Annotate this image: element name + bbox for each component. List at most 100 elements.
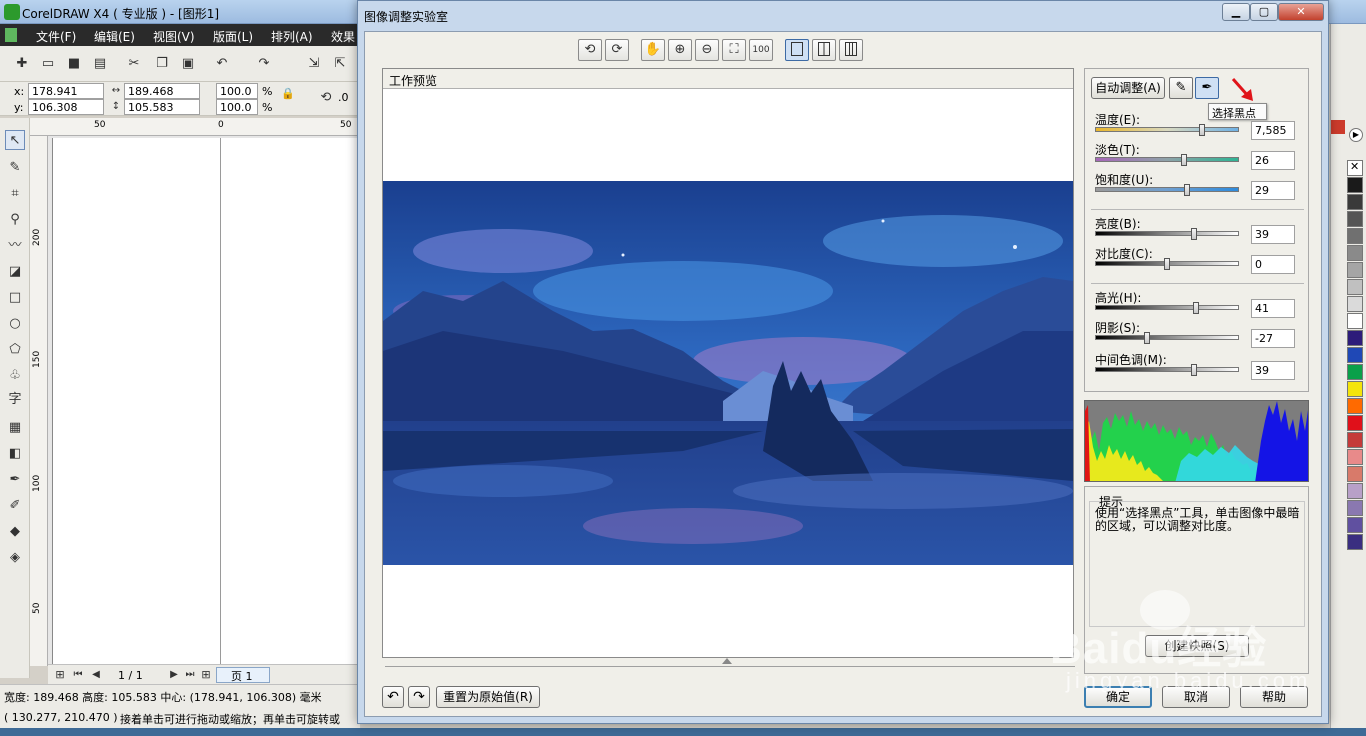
ok-button[interactable]: 确定: [1084, 686, 1152, 708]
freehand-tool-icon[interactable]: 〰: [5, 236, 25, 256]
compare-preview-button[interactable]: [839, 39, 863, 61]
slider-track[interactable]: [1095, 335, 1239, 340]
slider-value-field[interactable]: 0: [1251, 255, 1295, 274]
color-swatch[interactable]: [1347, 296, 1363, 312]
print-icon[interactable]: ▤: [92, 56, 108, 72]
menu-layout[interactable]: 版面(L): [213, 28, 253, 45]
menu-arrange[interactable]: 排列(A): [271, 28, 313, 45]
basic-shapes-icon[interactable]: ♧: [5, 366, 25, 386]
color-swatch[interactable]: [1347, 347, 1363, 363]
slider-track[interactable]: [1095, 127, 1239, 132]
color-swatch[interactable]: [1347, 517, 1363, 533]
guideline[interactable]: [220, 138, 221, 666]
color-swatch[interactable]: [1347, 466, 1363, 482]
slider-track[interactable]: [1095, 187, 1239, 192]
color-swatch[interactable]: [1347, 279, 1363, 295]
reset-button[interactable]: 重置为原始值(R): [436, 686, 540, 708]
paste-icon[interactable]: ▣: [180, 56, 196, 72]
menu-effects[interactable]: 效果: [331, 28, 355, 45]
vertical-ruler[interactable]: 200 150 100 50: [30, 136, 48, 666]
height-field[interactable]: 105.583 mm: [124, 99, 200, 127]
slider-thumb[interactable]: [1184, 184, 1190, 196]
menu-file[interactable]: 文件(F): [36, 28, 76, 45]
create-snapshot-button[interactable]: 创建快照(S): [1145, 635, 1249, 657]
blend-tool-icon[interactable]: ◧: [5, 444, 25, 464]
document-icon[interactable]: [5, 28, 17, 42]
slider-value-field[interactable]: 26: [1251, 151, 1295, 170]
menu-view[interactable]: 视图(V): [153, 28, 195, 45]
palette-scroll-icon[interactable]: ▶: [1349, 128, 1363, 142]
maximize-button[interactable]: ▢: [1250, 3, 1278, 21]
table-tool-icon[interactable]: ▦: [5, 418, 25, 438]
slider-track[interactable]: [1095, 231, 1239, 236]
color-swatch[interactable]: [1347, 313, 1363, 329]
smart-fill-icon[interactable]: ◪: [5, 262, 25, 282]
slider-thumb[interactable]: [1199, 124, 1205, 136]
save-icon[interactable]: ■: [66, 56, 82, 72]
color-swatch[interactable]: [1347, 194, 1363, 210]
select-black-point-button[interactable]: ✒: [1195, 77, 1219, 99]
undo-icon[interactable]: ↶: [214, 56, 230, 72]
color-swatch[interactable]: [1347, 534, 1363, 550]
help-button[interactable]: 帮助: [1240, 686, 1308, 708]
color-swatch[interactable]: [1347, 262, 1363, 278]
rectangle-tool-icon[interactable]: □: [5, 288, 25, 308]
x-position-field[interactable]: 178.941 mm: [28, 83, 104, 111]
cut-icon[interactable]: ✂: [126, 56, 142, 72]
copy-icon[interactable]: ❐: [154, 56, 170, 72]
outline-tool-icon[interactable]: ✐: [5, 496, 25, 516]
drawing-canvas[interactable]: [48, 136, 360, 666]
last-page-icon[interactable]: ⏭: [182, 667, 198, 683]
y-position-field[interactable]: 106.308 mm: [28, 99, 104, 127]
scale-height-field[interactable]: 100.0: [216, 99, 258, 115]
auto-adjust-button[interactable]: 自动调整(A): [1091, 77, 1165, 99]
color-swatch[interactable]: [1347, 177, 1363, 193]
ellipse-tool-icon[interactable]: ○: [5, 314, 25, 334]
eyedropper-tool-icon[interactable]: ✒: [5, 470, 25, 490]
rotation-field[interactable]: .0: [338, 91, 349, 104]
export-icon[interactable]: ⇱: [332, 56, 348, 72]
next-page-icon[interactable]: ▶: [166, 667, 182, 683]
docker-close-icon[interactable]: [1331, 120, 1345, 134]
color-swatch[interactable]: [1347, 432, 1363, 448]
fit-to-window-button[interactable]: ⛶: [722, 39, 746, 61]
drawing-page[interactable]: [52, 138, 360, 666]
redo-icon[interactable]: ↷: [256, 56, 272, 72]
color-swatch[interactable]: [1347, 245, 1363, 261]
color-swatch[interactable]: [1347, 500, 1363, 516]
horizontal-ruler[interactable]: 50 0 50: [30, 118, 360, 136]
actual-size-button[interactable]: 100: [749, 39, 773, 61]
slider-value-field[interactable]: 39: [1251, 361, 1295, 380]
rotate-left-button[interactable]: ⟲: [578, 39, 602, 61]
slider-track[interactable]: [1095, 305, 1239, 310]
split-preview-button[interactable]: [812, 39, 836, 61]
slider-value-field[interactable]: 41: [1251, 299, 1295, 318]
redo-button[interactable]: ↷: [408, 686, 430, 708]
zoom-tool-icon[interactable]: ⚲: [5, 210, 25, 230]
color-swatch[interactable]: [1347, 381, 1363, 397]
cancel-button[interactable]: 取消: [1162, 686, 1230, 708]
slider-thumb[interactable]: [1144, 332, 1150, 344]
select-white-point-button[interactable]: ✎: [1169, 77, 1193, 99]
new-document-icon[interactable]: ✚: [14, 56, 30, 72]
width-field[interactable]: 189.468 mm: [124, 83, 200, 111]
color-swatch[interactable]: [1347, 398, 1363, 414]
page-tab[interactable]: 页 1: [216, 667, 270, 683]
color-swatch[interactable]: [1347, 228, 1363, 244]
menu-edit[interactable]: 编辑(E): [94, 28, 135, 45]
slider-value-field[interactable]: 29: [1251, 181, 1295, 200]
slider-track[interactable]: [1095, 367, 1239, 372]
scale-width-field[interactable]: 100.0: [216, 83, 258, 99]
collapse-arrow-icon[interactable]: [722, 658, 732, 664]
slider-thumb[interactable]: [1191, 228, 1197, 240]
panel-divider[interactable]: [385, 658, 1075, 668]
crop-tool-icon[interactable]: ⌗: [5, 184, 25, 204]
color-swatch[interactable]: [1347, 449, 1363, 465]
rotate-right-button[interactable]: ⟳: [605, 39, 629, 61]
slider-thumb[interactable]: [1193, 302, 1199, 314]
color-swatch[interactable]: [1347, 483, 1363, 499]
first-page-icon[interactable]: ⏮: [70, 667, 86, 683]
add-page-icon[interactable]: ⊞: [52, 667, 68, 683]
prev-page-icon[interactable]: ◀: [88, 667, 104, 683]
slider-thumb[interactable]: [1164, 258, 1170, 270]
